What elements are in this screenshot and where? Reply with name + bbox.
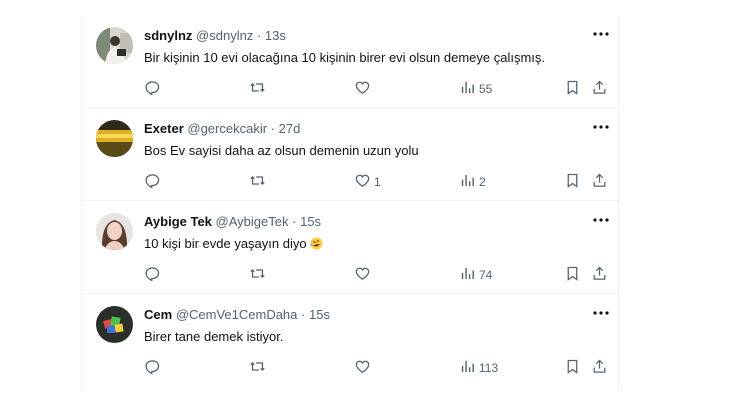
views-button[interactable]: 55 (459, 78, 492, 100)
separator-dot: · (292, 214, 297, 229)
heart-icon (354, 79, 371, 99)
retweet-icon (249, 358, 266, 378)
separator-dot: · (256, 28, 262, 43)
tweet-actions: 55 (144, 78, 614, 100)
views-icon (459, 79, 476, 99)
retweet-button[interactable] (249, 264, 266, 286)
reply-button[interactable] (144, 78, 161, 100)
tweet-actions: 1 2 (144, 171, 614, 193)
avatar[interactable] (96, 213, 133, 250)
rolling-laughing-emoji-icon (310, 237, 323, 250)
view-count: 74 (479, 268, 493, 282)
timestamp[interactable]: 27d (279, 121, 301, 136)
bookmark-button[interactable] (564, 171, 581, 193)
views-icon (459, 358, 476, 378)
more-icon[interactable] (592, 27, 610, 41)
timestamp[interactable]: 15s (300, 214, 321, 229)
share-button[interactable] (591, 78, 608, 100)
tweet-actions: 74 (144, 264, 614, 286)
heart-icon (354, 265, 371, 285)
heart-icon (354, 172, 371, 192)
tweet[interactable]: sdnylnz @sdnylnz · 13s Bir kişinin 10 ev… (82, 15, 620, 108)
views-button[interactable]: 113 (459, 357, 498, 379)
tweet[interactable]: Aybige Tek @AybigeTek · 15s 10 kişi bir … (82, 201, 620, 294)
bookmark-icon (564, 79, 581, 99)
bookmark-button[interactable] (564, 264, 581, 286)
avatar[interactable] (96, 120, 133, 157)
more-icon[interactable] (592, 213, 610, 227)
user-handle[interactable]: @CemVe1CemDaha (176, 307, 298, 322)
tweet-header: Aybige Tek @AybigeTek · 15s (144, 214, 321, 229)
separator-dot: · (301, 307, 306, 322)
bookmark-icon (564, 358, 581, 378)
tweet-actions: 113 (144, 357, 614, 379)
retweet-icon (249, 79, 266, 99)
separator-dot: · (270, 121, 276, 136)
retweet-button[interactable] (249, 171, 266, 193)
share-button[interactable] (591, 357, 608, 379)
reply-button[interactable] (144, 357, 161, 379)
view-count: 113 (479, 361, 499, 375)
views-button[interactable]: 2 (459, 171, 486, 193)
tweet-header: Cem @CemVe1CemDaha · 15s (144, 307, 330, 322)
like-count: 1 (374, 175, 381, 189)
share-button[interactable] (591, 264, 608, 286)
tweet-text-container: 10 kişi bir evde yaşayın diyo (144, 236, 323, 251)
user-handle[interactable]: @sdnylnz (196, 28, 253, 43)
tweet[interactable]: Cem @CemVe1CemDaha · 15s Birer tane deme… (82, 294, 620, 387)
like-button[interactable]: 1 (354, 171, 381, 193)
retweet-button[interactable] (249, 357, 266, 379)
timestamp[interactable]: 15s (309, 307, 330, 322)
reply-icon (144, 265, 161, 285)
views-icon (459, 265, 476, 285)
share-icon (591, 172, 608, 192)
retweet-icon (249, 172, 266, 192)
reply-icon (144, 358, 161, 378)
display-name[interactable]: Cem (144, 307, 172, 322)
reply-icon (144, 172, 161, 192)
heart-icon (354, 358, 371, 378)
more-icon[interactable] (592, 120, 610, 134)
bookmark-button[interactable] (564, 78, 581, 100)
reply-button[interactable] (144, 171, 161, 193)
bookmark-icon (564, 172, 581, 192)
reply-icon (144, 79, 161, 99)
bookmark-button[interactable] (564, 357, 581, 379)
retweet-icon (249, 265, 266, 285)
reply-button[interactable] (144, 264, 161, 286)
views-button[interactable]: 74 (459, 264, 492, 286)
tweet[interactable]: Exeter @gercekcakir · 27d Bos Ev sayisi … (82, 108, 620, 201)
view-count: 2 (479, 175, 486, 189)
display-name[interactable]: Aybige Tek (144, 214, 212, 229)
reply-feed: sdnylnz @sdnylnz · 13s Bir kişinin 10 ev… (81, 15, 620, 390)
share-icon (591, 358, 608, 378)
view-count: 55 (479, 82, 493, 96)
like-button[interactable] (354, 264, 374, 286)
avatar[interactable] (96, 306, 133, 343)
retweet-button[interactable] (249, 78, 266, 100)
user-handle[interactable]: @gercekcakir (187, 121, 267, 136)
tweet-header: Exeter @gercekcakir · 27d (144, 121, 300, 136)
tweet-header: sdnylnz @sdnylnz · 13s (144, 28, 286, 43)
display-name[interactable]: sdnylnz (144, 28, 192, 43)
tweet-text: Bos Ev sayisi daha az olsun demenin uzun… (144, 143, 419, 158)
share-icon (591, 265, 608, 285)
share-button[interactable] (591, 171, 608, 193)
like-button[interactable] (354, 78, 374, 100)
more-icon[interactable] (592, 306, 610, 320)
user-handle[interactable]: @AybigeTek (216, 214, 289, 229)
share-icon (591, 79, 608, 99)
tweet-text: 10 kişi bir evde yaşayın diyo (144, 236, 307, 251)
tweet-text: Birer tane demek istiyor. (144, 329, 284, 344)
bookmark-icon (564, 265, 581, 285)
display-name[interactable]: Exeter (144, 121, 184, 136)
views-icon (459, 172, 476, 192)
tweet-text: Bir kişinin 10 evi olacağına 10 kişinin … (144, 50, 546, 65)
avatar[interactable] (96, 27, 133, 64)
like-button[interactable] (354, 357, 374, 379)
timestamp[interactable]: 13s (265, 28, 286, 43)
